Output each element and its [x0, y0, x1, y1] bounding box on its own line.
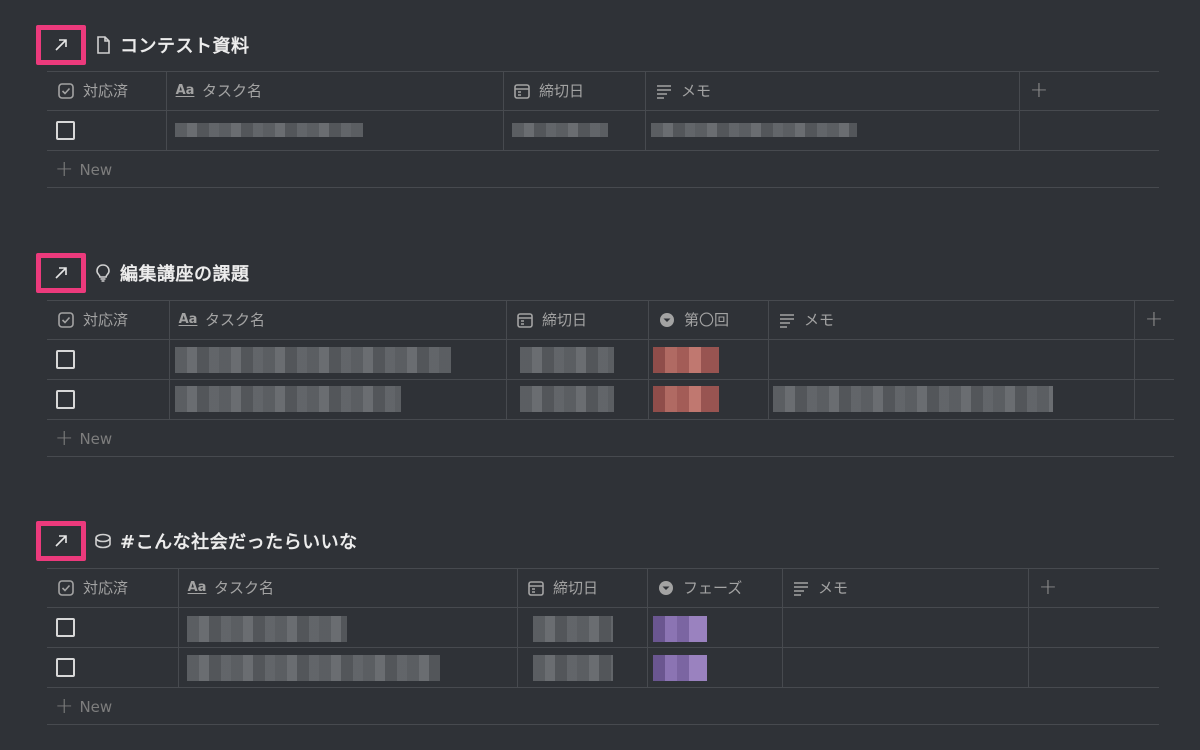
checkbox-icon: [57, 311, 75, 329]
memo-cell-redacted[interactable]: [651, 123, 857, 137]
column-header-deadline[interactable]: 締切日: [503, 71, 645, 110]
column-header-memo[interactable]: メモ: [645, 71, 1019, 110]
column-header-task-name[interactable]: Aa タスク名: [166, 71, 503, 110]
column-header-task-name[interactable]: Aa タスク名: [169, 300, 506, 339]
task-name-cell-redacted[interactable]: [175, 123, 363, 137]
lightbulb-icon: [92, 262, 114, 284]
task-name-cell-redacted[interactable]: [175, 386, 401, 412]
phase-tag-redacted[interactable]: [653, 616, 707, 642]
memo-cell-redacted[interactable]: [773, 386, 1053, 412]
new-row-button[interactable]: + New: [55, 689, 112, 725]
row-checkbox[interactable]: [56, 350, 75, 369]
arrow-up-right-icon: [55, 267, 67, 279]
deadline-cell-redacted[interactable]: [520, 386, 614, 412]
row-checkbox[interactable]: [56, 390, 75, 409]
calendar-icon: [516, 311, 534, 329]
checkbox-icon: [57, 579, 75, 597]
text-aa-icon: Aa: [187, 580, 207, 595]
calendar-icon: [513, 82, 531, 100]
column-header-phase[interactable]: フェーズ: [647, 568, 782, 607]
section-title[interactable]: #こんな社会だったらいいな: [120, 528, 358, 554]
row-checkbox[interactable]: [56, 618, 75, 637]
column-header-done[interactable]: 対応済: [47, 300, 169, 339]
column-header-done[interactable]: 対応済: [47, 568, 178, 607]
text-aa-icon: Aa: [175, 83, 195, 98]
phase-tag-redacted[interactable]: [653, 655, 707, 681]
open-as-page-button[interactable]: [36, 521, 86, 561]
task-name-cell-redacted[interactable]: [175, 347, 451, 373]
plus-icon: +: [55, 694, 74, 719]
select-icon: [658, 311, 676, 329]
column-header-session[interactable]: 第〇回: [648, 300, 768, 339]
column-header-memo[interactable]: メモ: [768, 300, 1134, 339]
database-table: 対応済 Aa タスク名 締切日 第〇回 メモ + + New: [47, 300, 1174, 458]
text-lines-icon: [792, 579, 810, 597]
checkbox-icon: [57, 82, 75, 100]
open-as-page-button[interactable]: [36, 253, 86, 293]
text-lines-icon: [655, 82, 673, 100]
add-column-button[interactable]: +: [1028, 568, 1068, 607]
column-header-done[interactable]: 対応済: [47, 71, 166, 110]
row-checkbox[interactable]: [56, 658, 75, 677]
session-tag-redacted[interactable]: [653, 347, 719, 373]
task-name-cell-redacted[interactable]: [187, 616, 347, 642]
deadline-cell-redacted[interactable]: [533, 655, 613, 681]
coins-icon: [92, 530, 114, 552]
column-header-deadline[interactable]: 締切日: [517, 568, 647, 607]
open-as-page-button[interactable]: [36, 25, 86, 65]
arrow-up-right-icon: [55, 535, 67, 547]
session-tag-redacted[interactable]: [653, 386, 719, 412]
deadline-cell-redacted[interactable]: [520, 347, 614, 373]
section-heading: 編集講座の課題: [36, 253, 250, 293]
plus-icon: +: [55, 157, 74, 182]
plus-icon: +: [55, 426, 74, 451]
deadline-cell-redacted[interactable]: [533, 616, 613, 642]
section-title[interactable]: コンテスト資料: [120, 32, 250, 58]
add-column-button[interactable]: +: [1019, 71, 1059, 110]
document-icon: [92, 34, 114, 56]
column-header-deadline[interactable]: 締切日: [506, 300, 648, 339]
new-row-button[interactable]: + New: [55, 421, 112, 457]
text-aa-icon: Aa: [178, 312, 198, 327]
text-lines-icon: [778, 311, 796, 329]
new-row-button[interactable]: + New: [55, 152, 112, 188]
database-table: 対応済 Aa タスク名 締切日 メモ + + New: [47, 71, 1159, 189]
calendar-icon: [527, 579, 545, 597]
task-name-cell-redacted[interactable]: [187, 655, 440, 681]
column-header-task-name[interactable]: Aa タスク名: [178, 568, 517, 607]
column-header-memo[interactable]: メモ: [782, 568, 1028, 607]
row-checkbox[interactable]: [56, 121, 75, 140]
database-table: 対応済 Aa タスク名 締切日 フェーズ メモ + + New: [47, 568, 1159, 726]
select-icon: [657, 579, 675, 597]
section-heading: #こんな社会だったらいいな: [36, 521, 358, 561]
add-column-button[interactable]: +: [1134, 300, 1174, 339]
section-heading: コンテスト資料: [36, 25, 250, 65]
deadline-cell-redacted[interactable]: [512, 123, 608, 137]
section-title[interactable]: 編集講座の課題: [120, 260, 250, 286]
arrow-up-right-icon: [55, 39, 67, 51]
